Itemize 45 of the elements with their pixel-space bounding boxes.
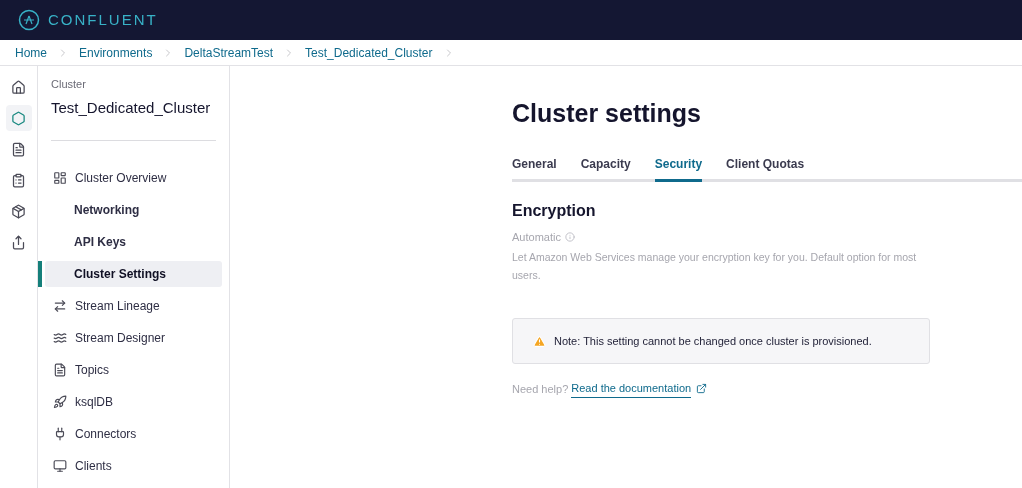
- document-icon: [11, 141, 26, 157]
- rocket-icon: [53, 395, 67, 409]
- package-icon: [11, 203, 26, 219]
- nav-item[interactable]: Networking: [45, 197, 222, 223]
- nav-item[interactable]: Connectors: [45, 421, 222, 447]
- documentation-link[interactable]: Read the documentation: [571, 380, 692, 398]
- help-text: Need help?: [512, 381, 569, 397]
- option-label: Automatic: [512, 229, 561, 245]
- external-link-icon: [696, 383, 708, 395]
- tab[interactable]: General: [512, 154, 557, 182]
- tab[interactable]: Security: [654, 154, 703, 182]
- logo-icon: [18, 9, 40, 31]
- breadcrumb-link[interactable]: Environments: [79, 43, 153, 62]
- document-icon: [53, 363, 67, 377]
- breadcrumb-link[interactable]: DeltaStreamTest: [184, 43, 274, 62]
- nav-item[interactable]: Stream Designer: [45, 325, 222, 351]
- list-icon: [11, 172, 26, 188]
- option-description: Let Amazon Web Services manage your encryption key for you. Default option for most users.: [512, 250, 918, 283]
- dashboard-icon: [53, 171, 67, 185]
- logo-text: CONFLUENT: [48, 9, 158, 30]
- nav-item[interactable]: Topics: [45, 357, 222, 383]
- nav-item[interactable]: Stream Lineage: [45, 293, 222, 319]
- breadcrumb-link[interactable]: Home: [15, 43, 47, 62]
- warning-icon: [533, 334, 546, 348]
- tab[interactable]: Client Quotas: [726, 154, 805, 182]
- page-title: Cluster settings: [512, 98, 702, 129]
- nav-item[interactable]: Clients: [45, 453, 222, 479]
- nav-item[interactable]: Cluster Settings: [45, 261, 222, 287]
- hexagon-icon: [11, 110, 26, 126]
- nav-item[interactable]: Cluster Overview: [45, 165, 222, 191]
- waves-icon: [53, 331, 67, 345]
- monitor-icon: [53, 459, 67, 473]
- sidebar-label: Cluster: [51, 77, 87, 92]
- info-icon: [564, 231, 575, 242]
- share-icon: [11, 234, 26, 250]
- note-text: Note: This setting cannot be changed once cluster is provisioned.: [554, 333, 872, 349]
- nav-item[interactable]: API Keys: [45, 229, 222, 255]
- tab[interactable]: Capacity: [580, 154, 631, 182]
- arrows-icon: [53, 299, 67, 313]
- section-heading: Encryption: [512, 200, 597, 221]
- home-icon: [11, 79, 26, 95]
- nav-item[interactable]: ksqlDB: [45, 389, 222, 415]
- plug-icon: [53, 427, 67, 441]
- breadcrumb-link[interactable]: Test_Dedicated_Cluster: [305, 43, 433, 62]
- cluster-name: Test_Dedicated_Cluster: [51, 97, 212, 118]
